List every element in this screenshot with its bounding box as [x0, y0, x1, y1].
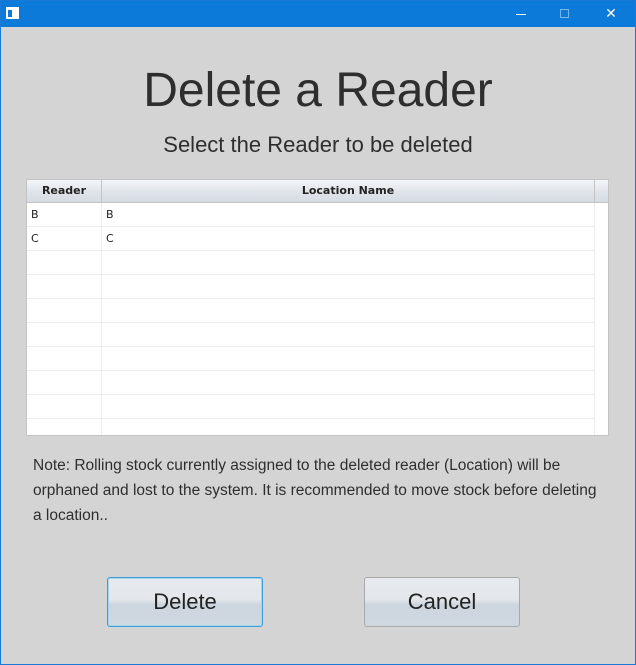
table-header: Reader Location Name	[27, 180, 608, 203]
close-icon: ✕	[605, 6, 617, 22]
reader-cell	[27, 299, 102, 322]
empty-table-row[interactable]	[27, 323, 595, 347]
empty-table-row[interactable]	[27, 299, 595, 323]
cancel-button[interactable]: Cancel	[364, 577, 520, 627]
empty-table-row[interactable]	[27, 419, 595, 435]
table-row[interactable]: BB	[27, 203, 595, 227]
close-button[interactable]: ✕	[588, 1, 634, 27]
reader-cell	[27, 251, 102, 274]
location-name-cell	[102, 419, 595, 435]
location-name-cell	[102, 323, 595, 346]
reader-cell	[27, 347, 102, 370]
location-name-cell: C	[102, 227, 595, 250]
column-header-location-name[interactable]: Location Name	[102, 180, 595, 202]
location-name-cell	[102, 299, 595, 322]
maximize-button[interactable]	[542, 1, 588, 27]
empty-table-row[interactable]	[27, 275, 595, 299]
readers-table[interactable]: Reader Location Name BBCC	[26, 179, 609, 436]
reader-cell	[27, 275, 102, 298]
reader-cell	[27, 395, 102, 418]
table-row[interactable]: CC	[27, 227, 595, 251]
app-icon	[6, 7, 19, 19]
reader-cell	[27, 371, 102, 394]
location-name-cell	[102, 371, 595, 394]
delete-reader-dialog: ✕ Delete a Reader Select the Reader to b…	[0, 0, 636, 665]
minimize-button[interactable]	[498, 1, 544, 27]
reader-cell	[27, 419, 102, 435]
dialog-heading: Delete a Reader	[143, 64, 493, 117]
warning-note: Note: Rolling stock currently assigned t…	[33, 457, 597, 524]
maximize-icon	[560, 9, 569, 18]
column-header-filler	[595, 180, 608, 202]
location-name-cell	[102, 347, 595, 370]
empty-table-row[interactable]	[27, 395, 595, 419]
column-header-reader[interactable]: Reader	[27, 180, 102, 202]
reader-cell: C	[27, 227, 102, 250]
delete-button[interactable]: Delete	[107, 577, 263, 627]
location-name-cell: B	[102, 203, 595, 226]
empty-table-row[interactable]	[27, 347, 595, 371]
empty-table-row[interactable]	[27, 251, 595, 275]
dialog-subheading: Select the Reader to be deleted	[163, 132, 473, 157]
reader-cell: B	[27, 203, 102, 226]
minimize-icon	[516, 14, 526, 15]
title-bar[interactable]: ✕	[1, 1, 635, 27]
empty-table-row[interactable]	[27, 371, 595, 395]
location-name-cell	[102, 251, 595, 274]
reader-cell	[27, 323, 102, 346]
location-name-cell	[102, 395, 595, 418]
location-name-cell	[102, 275, 595, 298]
